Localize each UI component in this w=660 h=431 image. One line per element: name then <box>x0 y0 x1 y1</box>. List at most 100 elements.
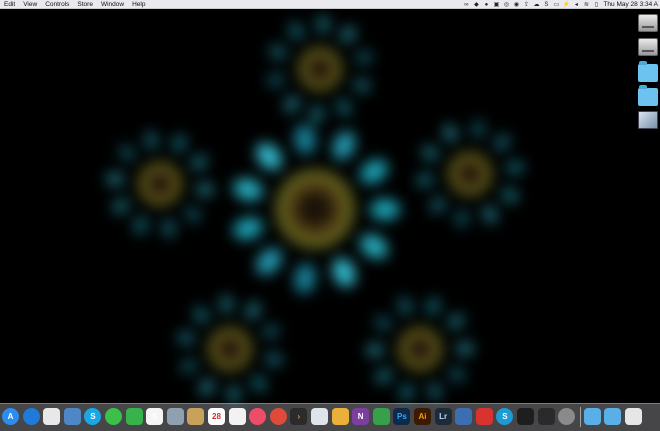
clipboard-icon[interactable]: ▣ <box>493 2 500 8</box>
dock-lightroom-icon[interactable]: Lr <box>434 408 452 425</box>
flower-petal <box>189 304 212 326</box>
flower-petal <box>143 129 160 150</box>
flower-petal <box>444 311 467 333</box>
flower-petal <box>365 343 385 357</box>
flower-petal <box>285 20 306 43</box>
dropbox-icon[interactable]: ◆ <box>473 2 479 8</box>
flower-petal <box>504 160 525 176</box>
flower-petal <box>334 95 355 118</box>
menu-item-help[interactable]: Help <box>128 0 149 9</box>
flower-petal <box>182 203 205 226</box>
flower-petal <box>455 341 475 355</box>
status-menu-area: ∞ ◆ ● ▣ ◎ ◉ ⇪ ☁ S ▭ ⚡ ◂ ≋ ▯ Thu May 28 3… <box>463 0 660 9</box>
flower-petal <box>267 43 289 62</box>
dock-screen-sharing-icon[interactable] <box>455 408 473 425</box>
menu-list: Edit View Controls Store Window Help <box>0 0 149 8</box>
external-drive-icon[interactable] <box>638 38 658 56</box>
flower-petal <box>160 218 177 239</box>
dock-podcast-icon[interactable] <box>269 408 287 425</box>
desktop-wallpaper <box>0 9 660 430</box>
flower-petal <box>226 384 241 404</box>
menu-clock[interactable]: Thu May 28 3:34 A <box>603 0 658 9</box>
wifi-icon[interactable]: ≋ <box>583 2 589 8</box>
dock-slack-s-icon[interactable]: S <box>496 408 514 425</box>
cloud-icon[interactable]: ☁ <box>533 2 539 8</box>
hard-drive-icon[interactable] <box>638 14 658 32</box>
flower-petal <box>175 330 197 347</box>
menu-item-edit[interactable]: Edit <box>0 0 19 9</box>
menu-bar: Edit View Controls Store Window Help ∞ ◆… <box>0 0 660 9</box>
flower-center <box>298 47 342 91</box>
dock-trash-icon[interactable] <box>625 408 642 425</box>
dock-photoshop-icon[interactable]: Ps <box>393 408 411 425</box>
dock-app-store-icon[interactable]: A <box>2 408 19 425</box>
flower-petal <box>353 49 374 66</box>
dock-ultra-icon[interactable] <box>475 408 493 425</box>
fractal-flower-art <box>0 9 660 430</box>
link-icon[interactable]: ∞ <box>463 2 469 8</box>
flower-petal <box>419 143 442 163</box>
sync-icon[interactable]: ◎ <box>503 2 509 8</box>
battery-icon[interactable]: ⚡ <box>563 2 570 8</box>
dock-rocket-icon[interactable] <box>63 408 81 425</box>
dock-photo-booth-icon[interactable] <box>311 408 328 425</box>
dock-itunes-icon[interactable] <box>249 408 267 425</box>
flower-petal <box>371 313 394 334</box>
flower-center <box>275 169 355 249</box>
dock-photos-icon[interactable] <box>228 408 246 425</box>
flower-petal <box>498 185 521 205</box>
flower-petal <box>263 351 285 368</box>
dock-separator <box>579 407 581 427</box>
dock-notefile-icon[interactable] <box>187 408 205 425</box>
upload-icon[interactable]: ⇪ <box>523 2 529 8</box>
dock-terminal-icon[interactable] <box>517 408 534 425</box>
folder-icon[interactable] <box>638 85 658 106</box>
dock-safari-icon[interactable] <box>22 408 40 425</box>
folder-icon[interactable] <box>638 61 658 82</box>
dock-migration-icon[interactable] <box>166 408 184 425</box>
menu-item-controls[interactable]: Controls <box>41 0 73 9</box>
dock-numbers-icon[interactable] <box>372 408 390 425</box>
flower-center <box>448 152 492 196</box>
dock-tes-icon[interactable] <box>331 408 349 425</box>
menu-item-view[interactable]: View <box>19 0 41 9</box>
flower-petal <box>355 154 393 189</box>
creative-cloud-icon[interactable]: ◉ <box>513 2 519 8</box>
dock-onenote-icon[interactable]: N <box>352 408 370 425</box>
menu-item-window[interactable]: Window <box>97 0 128 9</box>
flower-petal <box>115 142 138 165</box>
flower-petal <box>415 172 436 188</box>
flower-petal <box>310 104 325 124</box>
flower-petal <box>426 380 444 402</box>
flower-petal <box>131 214 151 236</box>
dock-skype-icon[interactable]: S <box>84 408 102 425</box>
disk-image-icon[interactable] <box>638 111 658 129</box>
flower-petal <box>396 295 414 318</box>
dock-messages-icon[interactable] <box>105 408 122 425</box>
dock-folder-a-icon[interactable] <box>583 408 601 425</box>
dock-preview-icon[interactable] <box>43 408 61 425</box>
flower-petal <box>315 14 330 34</box>
volume-icon[interactable]: ◂ <box>573 2 579 8</box>
menu-item-store[interactable]: Store <box>73 0 97 9</box>
flower-petal <box>370 198 400 220</box>
dock-chevron-icon[interactable]: › <box>290 408 308 425</box>
flower-petal <box>292 123 318 157</box>
flower-petal <box>219 294 234 314</box>
dock-folder-b-icon[interactable] <box>604 408 622 425</box>
dock-activity-monitor-icon[interactable] <box>537 408 555 425</box>
flower-petal <box>480 203 500 226</box>
s-icon[interactable]: S <box>543 2 549 8</box>
flower-petal <box>440 122 460 145</box>
dock-facetime-icon[interactable] <box>125 408 143 425</box>
dock-calendar-icon[interactable]: 28 <box>208 408 225 425</box>
evernote-icon[interactable]: ● <box>483 2 489 8</box>
flower-petal <box>251 137 287 175</box>
display-icon[interactable]: ▭ <box>553 2 560 8</box>
dock-system-preferences-icon[interactable] <box>558 408 576 425</box>
monitor-icon[interactable]: ▯ <box>593 2 599 8</box>
flower-petal <box>188 151 211 172</box>
dock-scrivener-icon[interactable]: S <box>146 408 164 425</box>
flower-petal <box>105 171 125 187</box>
dock-illustrator-icon[interactable]: Ai <box>414 408 431 425</box>
